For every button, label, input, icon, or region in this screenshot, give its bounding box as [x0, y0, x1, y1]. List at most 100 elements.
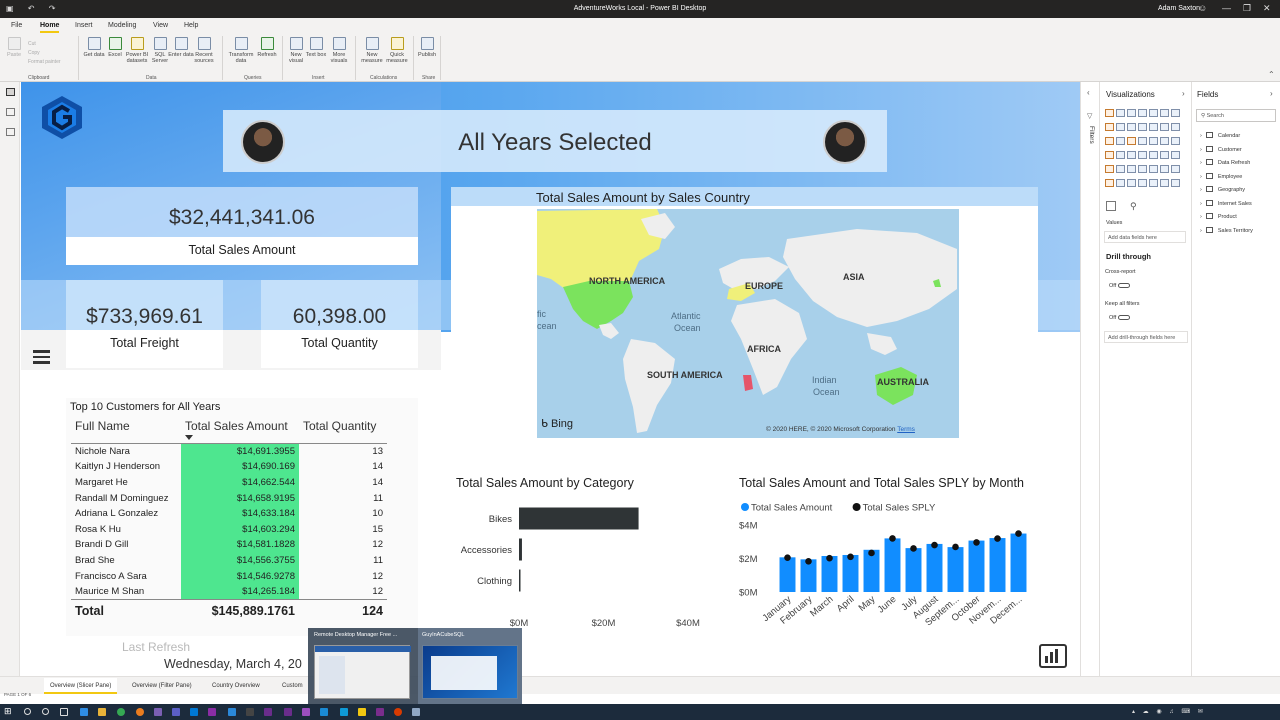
app-icon[interactable]: [376, 708, 384, 716]
drill-through-drop-zone[interactable]: Add drill-through fields here: [1104, 331, 1188, 343]
table-row[interactable]: Rosa K Hu $14,603.294 15: [71, 521, 387, 538]
sales-country-map[interactable]: Total Sales Amount by Sales Country NORT…: [451, 187, 1038, 443]
terminal-icon[interactable]: [246, 708, 254, 716]
visual-type-icon[interactable]: [1127, 165, 1136, 173]
visual-type-icon[interactable]: [1149, 165, 1158, 173]
vscode-icon[interactable]: [340, 708, 348, 716]
chevron-right-icon[interactable]: ›: [1200, 147, 1202, 153]
paste-button[interactable]: Paste: [1, 37, 27, 58]
visual-type-icon[interactable]: [1105, 109, 1114, 117]
visual-type-icon[interactable]: [1116, 165, 1125, 173]
edge-icon[interactable]: [80, 708, 88, 716]
restore-icon[interactable]: ❐: [1243, 3, 1251, 14]
kpi-total-freight[interactable]: $733,969.61 Total Freight: [66, 280, 223, 368]
teams-icon[interactable]: [172, 708, 180, 716]
windows-start-icon[interactable]: ⊞: [4, 706, 12, 716]
visual-type-icon[interactable]: [1149, 137, 1158, 145]
values-drop-zone[interactable]: Add data fields here: [1104, 231, 1186, 243]
table-row[interactable]: Brad She $14,556.3755 11: [71, 552, 387, 569]
table-row[interactable]: Nichole Nara $14,691.3955 13: [71, 443, 387, 460]
visual-type-icon[interactable]: [1105, 123, 1114, 131]
search-icon[interactable]: [24, 708, 31, 715]
visual-type-icon[interactable]: [1160, 179, 1169, 187]
smiley-icon[interactable]: ☺: [1198, 3, 1207, 13]
tab-home[interactable]: Home: [40, 22, 60, 33]
app-icon[interactable]: [320, 708, 328, 716]
tab-view[interactable]: View: [153, 22, 168, 29]
table-row[interactable]: Randall M Dominguez $14,658.9195 11: [71, 490, 387, 506]
chevron-right-icon[interactable]: ›: [1182, 89, 1185, 98]
visual-type-icon[interactable]: [1138, 151, 1147, 159]
kpi-total-sales[interactable]: $32,441,341.06 Total Sales Amount: [66, 187, 418, 265]
close-icon[interactable]: ✕: [1263, 3, 1271, 14]
cut-button[interactable]: Cut: [28, 40, 61, 49]
visual-type-icon[interactable]: [1116, 179, 1125, 187]
table-row[interactable]: Kaitlyn J Henderson $14,690.169 14: [71, 459, 387, 475]
visual-type-icon[interactable]: [1127, 109, 1136, 117]
top-customers-table[interactable]: Top 10 Customers for All Years Full Name…: [66, 398, 418, 636]
visual-type-icon[interactable]: [1138, 165, 1147, 173]
copy-button[interactable]: Copy: [28, 49, 61, 58]
visual-type-icon[interactable]: [1127, 137, 1136, 145]
field-table-item[interactable]: › Calendar: [1200, 132, 1240, 139]
rdm-taskbar-icon[interactable]: [412, 708, 420, 716]
onenote-icon[interactable]: [208, 708, 216, 716]
preview-window-rdm[interactable]: Remote Desktop Manager Free ...: [310, 628, 414, 704]
field-table-item[interactable]: › Product: [1200, 213, 1237, 220]
menu-icon[interactable]: [33, 350, 50, 364]
field-table-item[interactable]: › Customer: [1200, 145, 1242, 153]
tab-modeling[interactable]: Modeling: [108, 22, 136, 29]
chevron-right-icon[interactable]: ›: [1200, 201, 1202, 207]
page-tab-overview-filter[interactable]: Overview (Filter Pane): [126, 678, 198, 694]
format-painter-button[interactable]: Format painter: [28, 58, 61, 67]
system-tray-icons[interactable]: ▴ ☁ ◉ ♫ ⌨ ✉: [1132, 708, 1206, 715]
visual-type-icon[interactable]: [1171, 137, 1180, 145]
report-view-icon[interactable]: [6, 88, 15, 96]
keep-filters-toggle[interactable]: Off: [1109, 315, 1130, 321]
visual-type-icon[interactable]: [1171, 179, 1180, 187]
cross-report-toggle[interactable]: Off: [1109, 283, 1130, 289]
visual-type-icon[interactable]: [1116, 137, 1125, 145]
visual-type-icon[interactable]: [1160, 151, 1169, 159]
visual-type-icon[interactable]: [1105, 165, 1114, 173]
refresh-button[interactable]: Refresh: [254, 37, 280, 58]
category-chart[interactable]: Total Sales Amount by Category Bikes Acce…: [452, 473, 705, 635]
cortana-icon[interactable]: [42, 708, 49, 715]
chevron-right-icon[interactable]: ›: [1200, 187, 1202, 193]
outlook-icon[interactable]: [190, 708, 198, 716]
collapse-ribbon-icon[interactable]: ⌃: [1268, 70, 1275, 79]
visual-type-icon[interactable]: [1105, 137, 1114, 145]
table-row[interactable]: Brandi D Gill $14,581.1828 12: [71, 537, 387, 553]
chevron-right-icon[interactable]: ›: [1200, 228, 1202, 234]
kpi-total-quantity[interactable]: 60,398.00 Total Quantity: [261, 280, 418, 368]
chevron-right-icon[interactable]: ›: [1200, 214, 1202, 220]
visual-type-icon[interactable]: [1116, 151, 1125, 159]
map-canvas[interactable]: NORTH AMERICA EUROPE ASIA AFRICA SOUTH A…: [537, 209, 959, 438]
visual-type-icon[interactable]: [1160, 109, 1169, 117]
quick-measure-button[interactable]: Quick measure: [384, 37, 410, 64]
table-row[interactable]: Margaret He $14,662.544 14: [71, 474, 387, 491]
page-tab-country-overview[interactable]: Country Overview: [206, 678, 266, 694]
visual-type-icon[interactable]: [1149, 109, 1158, 117]
visual-type-icon[interactable]: [1127, 151, 1136, 159]
column-header-sales[interactable]: Total Sales Amount: [181, 416, 299, 444]
minimize-icon[interactable]: —: [1222, 3, 1231, 13]
transform-data-button[interactable]: Transform data: [228, 37, 254, 64]
fields-well-icon[interactable]: [1106, 201, 1116, 211]
visual-type-icon[interactable]: [1105, 179, 1114, 187]
page-tab-custom[interactable]: Custom: [276, 678, 309, 694]
chrome-icon[interactable]: [117, 708, 125, 716]
chevron-right-icon[interactable]: ›: [1200, 174, 1202, 180]
publish-button[interactable]: Publish: [414, 37, 440, 58]
app-icon[interactable]: [302, 708, 310, 716]
visual-type-icon[interactable]: [1160, 123, 1169, 131]
visual-type-icon[interactable]: [1138, 109, 1147, 117]
new-measure-button[interactable]: New measure: [359, 37, 385, 64]
fields-search-input[interactable]: ⚲ Search: [1196, 109, 1276, 122]
visual-studio-icon[interactable]: [264, 708, 272, 716]
preview-window-sql[interactable]: GuyInACubeSQL: [418, 628, 522, 704]
firefox-icon[interactable]: [136, 708, 144, 716]
visual-type-icon[interactable]: [1149, 179, 1158, 187]
tab-file[interactable]: File: [11, 22, 22, 29]
field-table-item[interactable]: › Internet Sales: [1200, 199, 1252, 207]
